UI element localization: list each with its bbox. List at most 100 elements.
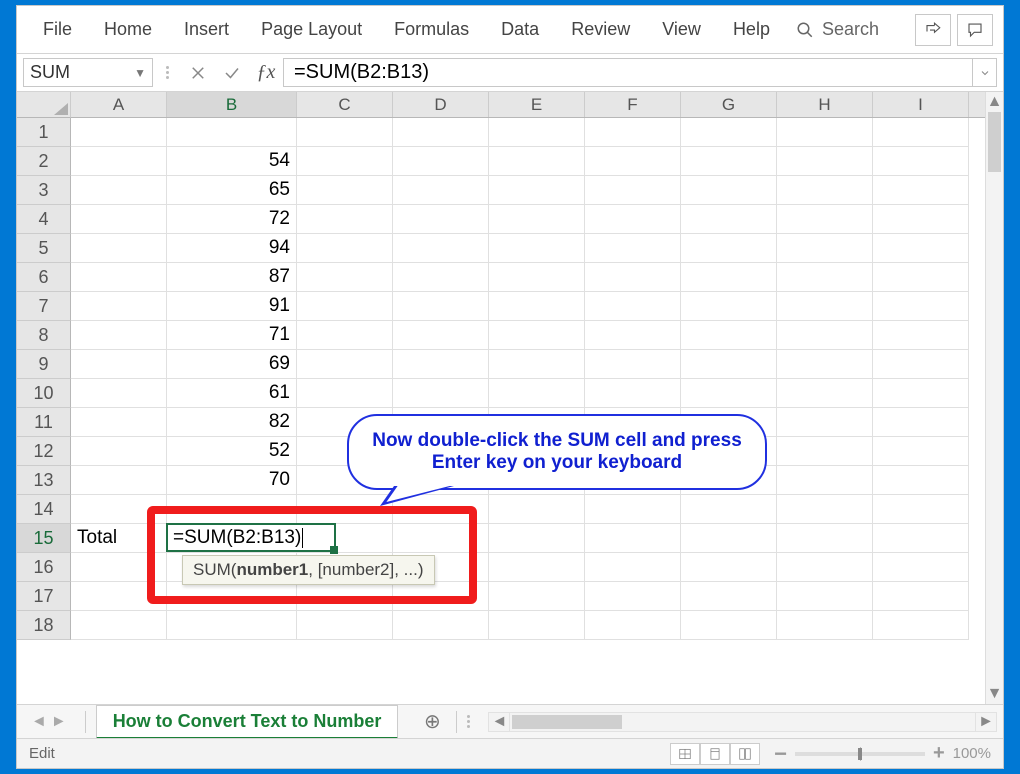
cell-b13[interactable]: 70 xyxy=(167,466,297,495)
cell-a14[interactable] xyxy=(71,495,167,524)
row-header-11[interactable]: 11 xyxy=(17,408,71,437)
cell-i6[interactable] xyxy=(873,263,969,292)
view-page-break-button[interactable] xyxy=(730,743,760,765)
col-header-g[interactable]: G xyxy=(681,92,777,117)
cell-c3[interactable] xyxy=(297,176,393,205)
cell-d15[interactable] xyxy=(393,524,489,553)
tab-file[interactable]: File xyxy=(27,9,88,50)
cell-a1[interactable] xyxy=(71,118,167,147)
cell-h6[interactable] xyxy=(777,263,873,292)
cell-i15[interactable] xyxy=(873,524,969,553)
cell-c10[interactable] xyxy=(297,379,393,408)
cell-a11[interactable] xyxy=(71,408,167,437)
row-header-15[interactable]: 15 xyxy=(17,524,71,553)
cell-b9[interactable]: 69 xyxy=(167,350,297,379)
tab-data[interactable]: Data xyxy=(485,9,555,50)
zoom-slider[interactable] xyxy=(795,752,925,756)
scroll-down-icon[interactable]: ▼ xyxy=(986,684,1003,704)
cell-h7[interactable] xyxy=(777,292,873,321)
cell-a17[interactable] xyxy=(71,582,167,611)
tab-formulas[interactable]: Formulas xyxy=(378,9,485,50)
sheet-nav[interactable]: ◄► xyxy=(23,713,75,731)
cell-d3[interactable] xyxy=(393,176,489,205)
cell-i17[interactable] xyxy=(873,582,969,611)
cell-h10[interactable] xyxy=(777,379,873,408)
scroll-up-icon[interactable]: ▲ xyxy=(986,92,1003,112)
cell-a15[interactable]: Total xyxy=(71,524,167,553)
editing-cell-b15[interactable]: =SUM(B2:B13) xyxy=(166,523,336,552)
col-header-f[interactable]: F xyxy=(585,92,681,117)
tab-page-layout[interactable]: Page Layout xyxy=(245,9,378,50)
cell-i3[interactable] xyxy=(873,176,969,205)
cell-d5[interactable] xyxy=(393,234,489,263)
cell-h16[interactable] xyxy=(777,553,873,582)
cell-h8[interactable] xyxy=(777,321,873,350)
cell-a16[interactable] xyxy=(71,553,167,582)
cell-g9[interactable] xyxy=(681,350,777,379)
cell-g15[interactable] xyxy=(681,524,777,553)
col-header-c[interactable]: C xyxy=(297,92,393,117)
col-header-b[interactable]: B xyxy=(167,92,297,117)
cell-f3[interactable] xyxy=(585,176,681,205)
cell-g7[interactable] xyxy=(681,292,777,321)
cell-g4[interactable] xyxy=(681,205,777,234)
tab-view[interactable]: View xyxy=(646,9,717,50)
cell-c7[interactable] xyxy=(297,292,393,321)
cell-i11[interactable] xyxy=(873,408,969,437)
cell-f5[interactable] xyxy=(585,234,681,263)
cell-g3[interactable] xyxy=(681,176,777,205)
cell-f4[interactable] xyxy=(585,205,681,234)
vertical-scrollbar[interactable]: ▲ ▼ xyxy=(985,92,1003,704)
cell-g18[interactable] xyxy=(681,611,777,640)
row-header-16[interactable]: 16 xyxy=(17,553,71,582)
cell-f16[interactable] xyxy=(585,553,681,582)
cell-d8[interactable] xyxy=(393,321,489,350)
cell-a18[interactable] xyxy=(71,611,167,640)
add-sheet-button[interactable]: ⊕ xyxy=(418,708,446,736)
cell-g14[interactable] xyxy=(681,495,777,524)
cell-d9[interactable] xyxy=(393,350,489,379)
h-scroll-track[interactable] xyxy=(510,712,975,732)
cell-i12[interactable] xyxy=(873,437,969,466)
col-header-i[interactable]: I xyxy=(873,92,969,117)
cell-c2[interactable] xyxy=(297,147,393,176)
cell-b7[interactable]: 91 xyxy=(167,292,297,321)
share-button[interactable] xyxy=(915,14,951,46)
cell-g2[interactable] xyxy=(681,147,777,176)
row-header-17[interactable]: 17 xyxy=(17,582,71,611)
cell-i18[interactable] xyxy=(873,611,969,640)
sheet-tab-active[interactable]: How to Convert Text to Number xyxy=(96,705,399,739)
cell-e8[interactable] xyxy=(489,321,585,350)
row-header-8[interactable]: 8 xyxy=(17,321,71,350)
row-header-7[interactable]: 7 xyxy=(17,292,71,321)
row-header-2[interactable]: 2 xyxy=(17,147,71,176)
cell-b12[interactable]: 52 xyxy=(167,437,297,466)
cell-d17[interactable] xyxy=(393,582,489,611)
row-header-5[interactable]: 5 xyxy=(17,234,71,263)
cell-f14[interactable] xyxy=(585,495,681,524)
cell-f9[interactable] xyxy=(585,350,681,379)
cell-b10[interactable]: 61 xyxy=(167,379,297,408)
cell-e3[interactable] xyxy=(489,176,585,205)
cell-f6[interactable] xyxy=(585,263,681,292)
cell-g1[interactable] xyxy=(681,118,777,147)
cell-e2[interactable] xyxy=(489,147,585,176)
cell-a9[interactable] xyxy=(71,350,167,379)
cell-f1[interactable] xyxy=(585,118,681,147)
vertical-scroll-thumb[interactable] xyxy=(988,112,1001,172)
cell-g10[interactable] xyxy=(681,379,777,408)
sheet-next-icon[interactable]: ► xyxy=(51,713,67,731)
formula-input[interactable]: =SUM(B2:B13) xyxy=(283,58,973,87)
cell-c4[interactable] xyxy=(297,205,393,234)
select-all-corner[interactable] xyxy=(17,92,71,118)
tab-insert[interactable]: Insert xyxy=(168,9,245,50)
cell-e7[interactable] xyxy=(489,292,585,321)
cell-h4[interactable] xyxy=(777,205,873,234)
row-header-9[interactable]: 9 xyxy=(17,350,71,379)
cell-h9[interactable] xyxy=(777,350,873,379)
cell-c1[interactable] xyxy=(297,118,393,147)
cell-f15[interactable] xyxy=(585,524,681,553)
row-header-13[interactable]: 13 xyxy=(17,466,71,495)
cell-i13[interactable] xyxy=(873,466,969,495)
search-box[interactable]: Search xyxy=(786,19,889,40)
